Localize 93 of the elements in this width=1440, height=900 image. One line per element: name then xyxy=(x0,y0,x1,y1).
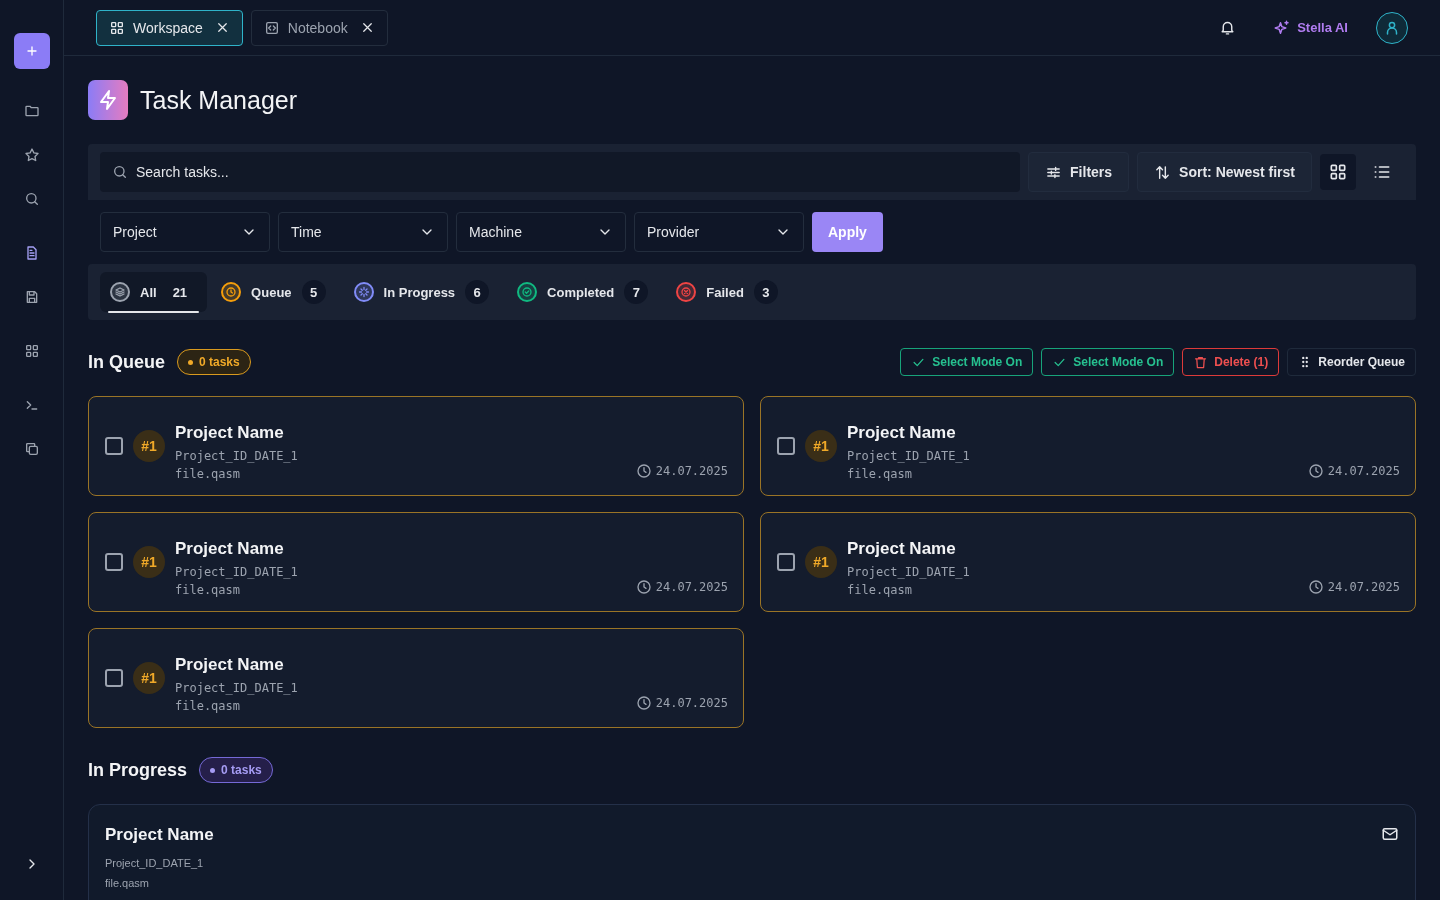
filters-button[interactable]: Filters xyxy=(1028,152,1130,192)
tab[interactable]: Workspace xyxy=(96,9,243,46)
select-mode-button[interactable]: Select Mode On xyxy=(1041,348,1175,376)
checkbox[interactable] xyxy=(105,669,123,687)
project-id: Project_ID_DATE_1 xyxy=(175,449,299,463)
task-card[interactable]: Project Name Project_ID_DATE_1 file.qasm xyxy=(88,804,1416,900)
search-field[interactable]: Search tasks... xyxy=(100,152,1021,192)
new-button[interactable] xyxy=(13,33,50,69)
file-name: file.qasm xyxy=(105,877,151,889)
clock-icon xyxy=(635,579,652,595)
clock-icon xyxy=(1307,463,1324,479)
grid-icon xyxy=(23,343,40,359)
section-title: In Queue xyxy=(88,351,165,373)
project-id: Project_ID_DATE_1 xyxy=(105,857,205,869)
sort-button[interactable]: Sort: Newest first xyxy=(1137,152,1312,192)
status-count: 7 xyxy=(624,280,649,304)
sparkle-icon xyxy=(1273,18,1292,37)
task-card[interactable]: #1 Project Name Project_ID_DATE_1 file.qasm 24.07.2025 xyxy=(88,512,744,612)
status-label: Failed xyxy=(706,284,744,300)
reorder-button[interactable]: Reorder Queue xyxy=(1287,348,1416,376)
tab[interactable]: Notebook xyxy=(250,9,388,46)
copy-icon xyxy=(23,441,40,457)
project-name: Project Name xyxy=(847,423,957,443)
file-name: file.qasm xyxy=(847,467,914,481)
task-count-badge: 0 tasks xyxy=(177,349,251,375)
status-tab[interactable]: All 21 xyxy=(100,272,208,312)
grid-icon xyxy=(109,19,125,36)
project-name: Project Name xyxy=(105,825,215,845)
task-card[interactable]: #1 Project Name Project_ID_DATE_1 file.qasm 24.07.2025 xyxy=(88,628,744,728)
project-id: Project_ID_DATE_1 xyxy=(847,565,971,579)
dropdown[interactable]: Machine xyxy=(456,212,626,252)
task-date: 24.07.2025 xyxy=(1327,464,1400,478)
sort-arrows-icon xyxy=(1154,163,1172,181)
file-name: file.qasm xyxy=(175,467,242,481)
task-date: 24.07.2025 xyxy=(655,696,728,710)
view-toggle[interactable] xyxy=(1320,154,1356,190)
section-title: In Progress xyxy=(88,759,188,781)
dropdown[interactable]: Project xyxy=(100,212,270,252)
status-tab[interactable]: In Progress 6 xyxy=(343,272,504,312)
file-name: file.qasm xyxy=(175,699,242,713)
file-name: file.qasm xyxy=(847,583,914,597)
checkbox[interactable] xyxy=(105,553,123,571)
project-name: Project Name xyxy=(175,655,285,675)
project-name: Project Name xyxy=(175,539,285,559)
status-label: In Progress xyxy=(383,284,456,300)
status-count: 3 xyxy=(753,280,778,304)
project-id: Project_ID_DATE_1 xyxy=(175,681,299,695)
status-count: 6 xyxy=(465,280,490,304)
clock-icon xyxy=(635,695,652,711)
task-card[interactable]: #1 Project Name Project_ID_DATE_1 file.qasm 24.07.2025 xyxy=(88,396,744,496)
assistant-button[interactable]: Stella AI xyxy=(1267,17,1354,38)
rank-badge: #1 xyxy=(133,430,165,462)
page-title: Task Manager xyxy=(140,85,298,115)
mail-icon xyxy=(1381,825,1399,843)
grid-icon xyxy=(1328,162,1348,182)
status-tab[interactable]: Completed 7 xyxy=(507,272,663,312)
project-id: Project_ID_DATE_1 xyxy=(175,565,299,579)
project-name: Project Name xyxy=(847,539,957,559)
dropdown[interactable]: Time xyxy=(278,212,448,252)
status-tab[interactable]: Queue 5 xyxy=(211,272,340,312)
task-card[interactable]: #1 Project Name Project_ID_DATE_1 file.qasm 24.07.2025 xyxy=(760,396,1416,496)
clock-icon xyxy=(635,463,652,479)
rank-badge: #1 xyxy=(133,662,165,694)
rank-badge: #1 xyxy=(805,546,837,578)
project-name: Project Name xyxy=(175,423,285,443)
status-count: 5 xyxy=(301,280,326,304)
dropdown[interactable]: Provider xyxy=(634,212,804,252)
star-icon xyxy=(23,147,40,163)
status-label: Completed xyxy=(547,284,615,300)
task-card[interactable]: #1 Project Name Project_ID_DATE_1 file.qasm 24.07.2025 xyxy=(760,512,1416,612)
checkbox[interactable] xyxy=(777,553,795,571)
rank-badge: #1 xyxy=(133,546,165,578)
status-label: Queue xyxy=(251,284,292,300)
task-count-badge: 0 tasks xyxy=(199,757,273,783)
rank-badge: #1 xyxy=(805,430,837,462)
select-mode-button[interactable]: Select Mode On xyxy=(900,348,1034,376)
folder-icon xyxy=(23,103,40,119)
status-count: 21 xyxy=(171,283,189,302)
avatar-button[interactable] xyxy=(1376,11,1408,44)
trash-icon xyxy=(1193,354,1209,370)
clock-icon xyxy=(1307,579,1324,595)
file-name: file.qasm xyxy=(175,583,242,597)
task-date: 24.07.2025 xyxy=(655,580,728,594)
status-label: All xyxy=(140,284,157,300)
status-tab[interactable]: Failed 3 xyxy=(666,272,792,312)
checkbox[interactable] xyxy=(105,437,123,455)
task-date: 24.07.2025 xyxy=(1327,580,1400,594)
project-id: Project_ID_DATE_1 xyxy=(847,449,971,463)
checkbox[interactable] xyxy=(777,437,795,455)
delete-button[interactable]: Delete (1) xyxy=(1182,348,1280,376)
search-icon xyxy=(23,191,40,207)
code-icon xyxy=(263,19,280,36)
task-date: 24.07.2025 xyxy=(655,464,728,478)
